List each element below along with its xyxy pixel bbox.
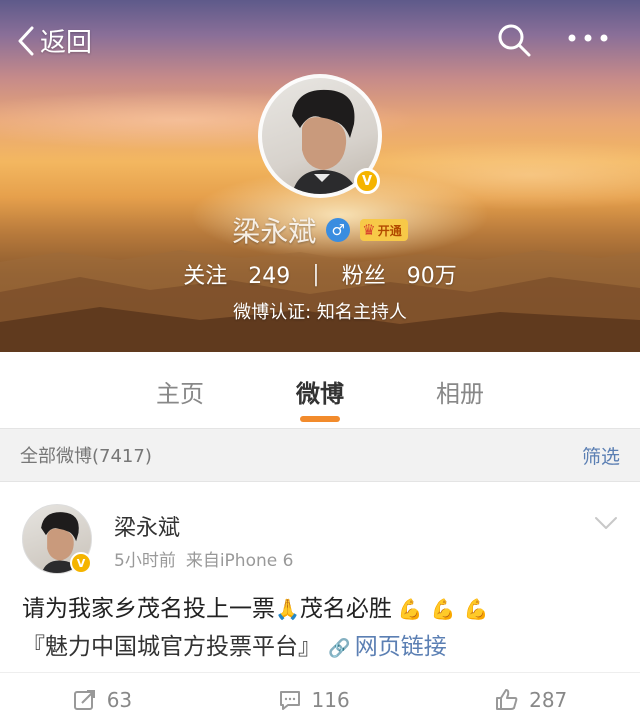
post-content: 请为我家乡茂名投上一票🙏茂名必胜 💪 💪 💪 『魅力中国城官方投票平台』 🔗 网页链接 — [22, 590, 622, 668]
profile-tabs: 主页 微博 相册 — [0, 352, 640, 428]
weibo-count: 全部微博(7417) — [20, 446, 152, 467]
post-text-segment: 请为我家乡茂名投上一票 — [22, 596, 275, 622]
comment-count: 116 — [311, 688, 350, 712]
stats-divider: | — [312, 261, 320, 287]
tab-album[interactable]: 相册 — [390, 352, 530, 428]
like-count: 287 — [529, 688, 568, 712]
post-topic: 『魅力中国城官方投票平台』 — [22, 634, 321, 660]
certification-text: 微博认证: 知名主持人 — [233, 302, 407, 323]
web-link-label: 网页链接 — [354, 634, 447, 660]
weibo-post: V 梁永斌 5小时前 来自iPhone 6 请为我家乡茂名投上一票🙏茂名必胜 💪 💪… — [0, 482, 640, 727]
like-button[interactable]: 287 — [495, 688, 567, 712]
repost-count: 63 — [106, 688, 133, 712]
back-label: 返回 — [40, 28, 93, 58]
vip-label: 开通 — [377, 223, 402, 238]
repost-button[interactable]: 63 — [73, 688, 132, 712]
tab-weibo[interactable]: 微博 — [250, 352, 390, 428]
more-icon[interactable] — [566, 28, 610, 48]
following-label: 关注 — [183, 264, 228, 289]
post-line-2: 『魅力中国城官方投票平台』 🔗 网页链接 — [22, 628, 622, 668]
thumbs-up-icon — [496, 689, 518, 710]
post-author-name[interactable]: 梁永斌 — [114, 510, 180, 542]
verified-badge-icon: V — [70, 552, 92, 574]
strong-arm-icon: 💪 — [397, 597, 423, 621]
link-icon: 🔗 — [328, 638, 351, 659]
profile-stats: 关注 249 | 粉丝 90万 — [0, 258, 640, 290]
filter-button[interactable]: 筛选 — [582, 442, 620, 469]
crown-icon: ♛ — [362, 221, 376, 239]
vip-open-badge[interactable]: ♛ 开通 — [360, 219, 408, 241]
verified-badge-icon: V — [354, 168, 380, 194]
comment-button[interactable]: 116 — [278, 688, 350, 712]
post-meta: 5小时前 来自iPhone 6 — [114, 546, 293, 571]
chevron-left-icon — [18, 26, 34, 55]
post-actions: 63 116 287 — [0, 672, 640, 727]
pray-hands-icon: 🙏 — [275, 597, 300, 621]
profile-name: 梁永斌 — [232, 215, 317, 248]
repost-icon — [73, 690, 95, 710]
comment-icon — [279, 691, 300, 710]
back-button[interactable]: 返回 — [18, 22, 92, 59]
post-time: 5小时前 — [114, 551, 176, 571]
fans-label: 粉丝 — [341, 264, 386, 289]
weibo-filter-bar: 全部微博(7417) 筛选 — [0, 428, 640, 482]
post-text-segment: 茂名必胜 — [299, 596, 392, 622]
post-line-1: 请为我家乡茂名投上一票🙏茂名必胜 💪 💪 💪 — [22, 590, 622, 628]
following-stat[interactable]: 关注 249 — [183, 258, 290, 290]
fans-stat[interactable]: 粉丝 90万 — [342, 258, 457, 290]
fans-count: 90万 — [406, 264, 457, 289]
strong-arm-icon: 💪 — [463, 597, 489, 621]
strong-arm-icon: 💪 — [430, 597, 456, 621]
profile-name-row: 梁永斌 ♂ ♛ 开通 — [0, 210, 640, 250]
following-count: 249 — [248, 264, 291, 289]
profile-banner: 返回 V 梁永斌 ♂ ♛ 开通 关注 249 | 粉丝 90万 微博认证: 知名… — [0, 0, 640, 352]
chevron-down-icon[interactable] — [594, 516, 618, 530]
search-icon[interactable] — [496, 22, 532, 58]
tab-home[interactable]: 主页 — [110, 352, 250, 428]
male-gender-icon: ♂ — [326, 218, 351, 242]
post-source: 来自iPhone 6 — [185, 551, 294, 571]
profile-avatar[interactable]: V — [258, 74, 382, 198]
web-link[interactable]: 🔗 网页链接 — [328, 634, 446, 660]
